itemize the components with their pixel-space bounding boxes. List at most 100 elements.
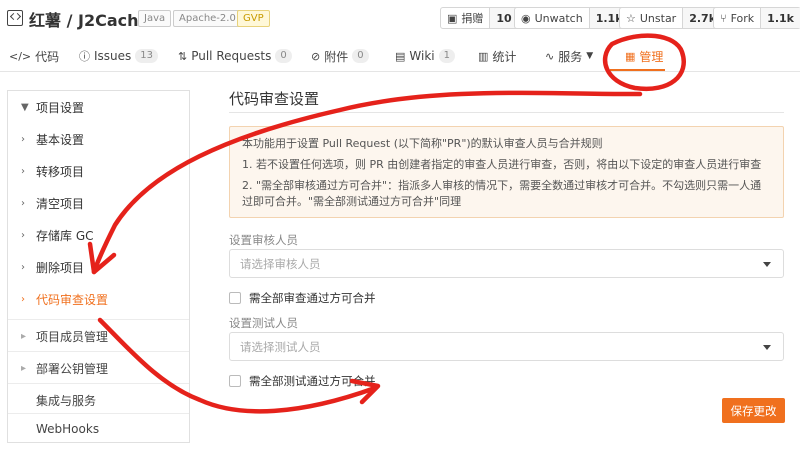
- code-icon: </>: [9, 49, 32, 63]
- language-tag[interactable]: Java: [138, 10, 172, 27]
- page-title: 代码审查设置: [229, 90, 320, 108]
- pulse-icon: ∿: [545, 49, 555, 63]
- issue-icon: ⓘ: [79, 50, 90, 63]
- donate-icon: ▣: [447, 11, 458, 25]
- tester-all-required-row[interactable]: 需全部测试通过方可合并: [229, 373, 376, 389]
- chevron-right-icon: ›: [21, 293, 25, 305]
- repo-title: 红薯 / J2Cache: [29, 7, 149, 31]
- issues-count-badge: 13: [135, 49, 159, 63]
- sidebar-item-label: 清空项目: [36, 196, 85, 211]
- save-changes-button[interactable]: 保存更改: [722, 398, 785, 423]
- unwatch-label: Unwatch: [534, 11, 583, 25]
- sidebar-item-code-review-settings[interactable]: › 代码审查设置: [8, 283, 189, 315]
- repo-owner-link[interactable]: 红薯: [29, 11, 61, 30]
- paperclip-icon: ⊘: [311, 49, 321, 63]
- sidebar-item-delete-project[interactable]: › 删除项目: [8, 251, 189, 283]
- sidebar-section-label: 项目成员管理: [36, 329, 109, 344]
- chevron-right-icon: ›: [21, 261, 25, 273]
- sidebar-item-label: 代码审查设置: [36, 292, 109, 307]
- info-notice: 本功能用于设置 Pull Request (以下简称"PR")的默认审查人员与合…: [229, 126, 784, 218]
- tab-label: Pull Requests: [191, 49, 272, 63]
- reviewer-select[interactable]: 请选择审核人员: [229, 249, 784, 278]
- tester-select[interactable]: 请选择测试人员: [229, 332, 784, 361]
- caret-right-icon: ▸: [21, 330, 27, 342]
- sidebar-item-label: 转移项目: [36, 164, 85, 179]
- star-icon: ☆: [626, 11, 636, 25]
- pull-request-icon: ⇅: [178, 49, 188, 63]
- repo-tabs: </> 代码 ⓘ Issues 13 ⇅ Pull Requests 0 ⊘ 附…: [0, 38, 800, 72]
- donate-label: 捐赠: [461, 12, 484, 25]
- tab-label: 附件: [324, 49, 349, 64]
- sidebar-item-repo-gc[interactable]: › 存储库 GC: [8, 219, 189, 251]
- notice-line: 本功能用于设置 Pull Request (以下简称"PR")的默认审查人员与合…: [242, 137, 603, 150]
- chevron-right-icon: ›: [21, 165, 25, 177]
- chevron-right-icon: ›: [21, 197, 25, 209]
- pr-count-badge: 0: [275, 49, 292, 63]
- unstar-button[interactable]: ☆ Unstar 2.7k: [619, 7, 724, 29]
- checkbox-label: 需全部审查通过方可合并: [249, 291, 376, 305]
- sidebar-section-webhooks[interactable]: WebHooks: [8, 413, 189, 445]
- license-tag[interactable]: Apache-2.0: [173, 10, 242, 27]
- tab-manage[interactable]: ▦ 管理: [625, 46, 663, 66]
- attachments-count-badge: 0: [352, 49, 369, 63]
- sidebar-item-label: 删除项目: [36, 260, 85, 275]
- sidebar-item-label: 基本设置: [36, 132, 85, 147]
- wiki-count-badge: 1: [438, 49, 455, 63]
- active-tab-underline: [610, 69, 665, 71]
- reviewer-label: 设置审核人员: [229, 233, 298, 247]
- caret-down-icon: ▼: [21, 101, 29, 113]
- tab-wiki[interactable]: ▤ Wiki 1: [395, 46, 455, 66]
- repo-icon: [7, 10, 23, 26]
- sidebar-section-label: 集成与服务: [36, 393, 97, 408]
- reviewer-all-required-row[interactable]: 需全部审查通过方可合并: [229, 290, 376, 306]
- fork-icon: ⑂: [720, 11, 727, 25]
- chevron-right-icon: ›: [21, 133, 25, 145]
- sidebar-section-project-settings[interactable]: ▼ 项目设置: [8, 91, 189, 123]
- gvp-tag[interactable]: GVP: [237, 10, 270, 27]
- unstar-label: Unstar: [639, 11, 677, 25]
- title-divider: [229, 112, 784, 113]
- tester-all-required-checkbox[interactable]: [229, 375, 241, 387]
- repo-header: 红薯 / J2Cache Java Apache-2.0 GVP ▣ 捐赠 10 …: [0, 0, 800, 38]
- tester-label: 设置测试人员: [229, 316, 298, 330]
- notice-line: 2. "需全部审核通过方可合并"：指派多人审核的情况下，需要全数通过审核才可合并…: [242, 179, 762, 208]
- fork-count: 1.1k: [760, 8, 800, 28]
- sidebar-section-integrations[interactable]: 集成与服务: [8, 384, 189, 416]
- fork-button[interactable]: ⑂ Fork 1.1k: [713, 7, 800, 29]
- sidebar-item-label: 存储库 GC: [36, 228, 94, 243]
- caret-down-icon: [763, 262, 771, 267]
- reviewer-placeholder: 请选择审核人员: [240, 256, 321, 271]
- bar-chart-icon: ▥: [478, 49, 489, 63]
- sidebar-section-label: 项目设置: [36, 100, 85, 115]
- checkbox-label: 需全部测试通过方可合并: [249, 374, 376, 388]
- tab-label: 统计: [492, 49, 517, 64]
- chevron-right-icon: ›: [21, 229, 25, 241]
- unwatch-button[interactable]: ◉ Unwatch 1.1k: [514, 7, 630, 29]
- tab-label: 管理: [639, 49, 664, 64]
- tab-label: Wiki: [409, 49, 435, 63]
- sidebar-section-label: 部署公钥管理: [36, 361, 109, 376]
- sidebar-item-basic-settings[interactable]: › 基本设置: [8, 123, 189, 155]
- tab-stats[interactable]: ▥ 统计: [478, 46, 516, 66]
- sidebar-section-label: WebHooks: [36, 422, 100, 436]
- repo-separator: /: [66, 11, 73, 30]
- tab-services[interactable]: ∿ 服务 ▼: [545, 46, 593, 66]
- donate-button[interactable]: ▣ 捐赠 10: [440, 7, 519, 29]
- tab-code[interactable]: </> 代码: [9, 46, 59, 66]
- tab-issues[interactable]: ⓘ Issues 13: [79, 46, 159, 66]
- notice-line: 1. 若不设置任何选项，则 PR 由创建者指定的审查人员进行审查，否则，将由以下…: [242, 158, 762, 171]
- tab-attachments[interactable]: ⊘ 附件 0: [311, 46, 369, 66]
- fork-label: Fork: [730, 11, 755, 25]
- caret-down-icon: [763, 345, 771, 350]
- eye-icon: ◉: [521, 11, 531, 25]
- tab-pull-requests[interactable]: ⇅ Pull Requests 0: [178, 46, 292, 66]
- sidebar-item-transfer-project[interactable]: › 转移项目: [8, 155, 189, 187]
- tab-label: 代码: [35, 49, 60, 64]
- settings-doc-icon: ▦: [625, 49, 636, 63]
- tab-label: Issues: [94, 49, 132, 63]
- settings-sidebar: ▼ 项目设置 › 基本设置 › 转移项目 › 清空项目 › 存储库 GC › 删…: [7, 90, 190, 443]
- sidebar-section-members[interactable]: ▸ 项目成员管理: [8, 320, 189, 352]
- sidebar-item-clear-project[interactable]: › 清空项目: [8, 187, 189, 219]
- reviewer-all-required-checkbox[interactable]: [229, 292, 241, 304]
- sidebar-section-deploy-keys[interactable]: ▸ 部署公钥管理: [8, 352, 189, 384]
